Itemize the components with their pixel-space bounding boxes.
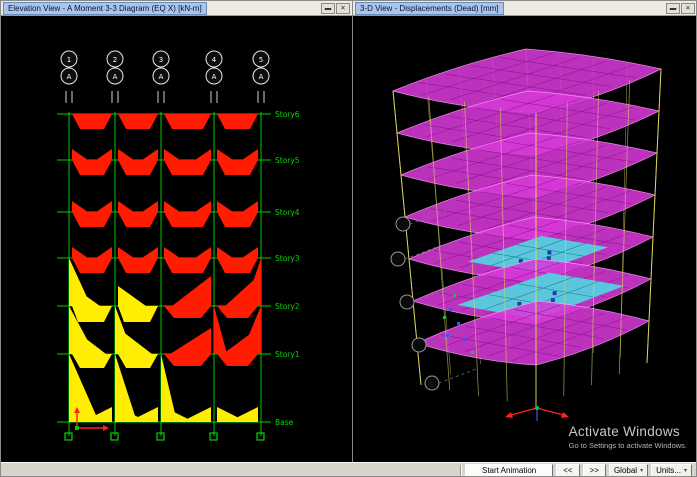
svg-text:3: 3 xyxy=(159,56,163,64)
svg-text:Story3: Story3 xyxy=(275,254,300,263)
units-dropdown[interactable]: Units... ▾ xyxy=(651,464,692,476)
floor-slabs xyxy=(391,48,663,366)
svg-text:A: A xyxy=(159,73,164,81)
view3d-svg xyxy=(390,48,663,421)
svg-text:4: 4 xyxy=(212,56,217,64)
coord-system-dropdown[interactable]: Global ▾ xyxy=(608,464,649,476)
elevation-title: Elevation View - A Moment 3-3 Diagram (E… xyxy=(3,1,207,15)
story-labels: Story6 Story5 Story4 Story3 Story2 Story1 Base xyxy=(275,110,300,427)
status-bar: Start Animation << >> Global ▾ Units... … xyxy=(1,462,696,476)
svg-text:2: 2 xyxy=(113,56,117,64)
svg-text:5: 5 xyxy=(259,56,263,64)
elevation-canvas[interactable]: 1 2 3 4 5 A A A A A Story6 Story5 Story4 Story3 Story2… xyxy=(1,16,352,462)
chevron-down-icon: ▾ xyxy=(683,468,687,474)
svg-text:Story2: Story2 xyxy=(275,302,300,311)
units-value: Units... xyxy=(656,466,681,475)
svg-text:A: A xyxy=(113,73,118,81)
step-forward-button[interactable]: >> xyxy=(582,464,606,476)
elevation-view-window: Elevation View - A Moment 3-3 Diagram (E… xyxy=(1,1,353,462)
moment-diagram xyxy=(69,114,261,422)
svg-text:A: A xyxy=(259,73,264,81)
svg-text:Story4: Story4 xyxy=(275,208,300,217)
elevation-svg: 1 2 3 4 5 A A A A A Story6 Story5 Story4 Story3 Story2… xyxy=(57,50,300,441)
minimize-icon[interactable]: ▬ xyxy=(666,2,680,14)
svg-text:Base: Base xyxy=(275,418,294,427)
support-symbols xyxy=(64,432,265,441)
minimize-icon[interactable]: ▬ xyxy=(321,2,335,14)
step-back-button[interactable]: << xyxy=(556,464,580,476)
chevron-down-icon: ▾ xyxy=(640,468,644,474)
svg-text:Story6: Story6 xyxy=(275,110,300,119)
view3d-title: 3-D View - Displacements (Dead) [mm] xyxy=(355,1,504,15)
elevation-titlebar[interactable]: Elevation View - A Moment 3-3 Diagram (E… xyxy=(1,1,352,16)
svg-text:Story5: Story5 xyxy=(275,156,300,165)
view-axes xyxy=(505,406,569,421)
view-panels: Elevation View - A Moment 3-3 Diagram (E… xyxy=(1,1,696,462)
view3d-canvas[interactable]: Activate Windows Go to Settings to activ… xyxy=(353,16,696,462)
svg-text:Story1: Story1 xyxy=(275,350,300,359)
view3d-window-buttons: ▬ ✕ xyxy=(665,2,695,14)
grid-bubbles: 1 2 3 4 5 A A A A A xyxy=(60,50,270,85)
svg-text:1: 1 xyxy=(67,56,71,64)
close-icon[interactable]: ✕ xyxy=(336,2,350,14)
svg-text:A: A xyxy=(212,73,217,81)
view3d-titlebar[interactable]: 3-D View - Displacements (Dead) [mm] ▬ ✕ xyxy=(353,1,696,16)
close-icon[interactable]: ✕ xyxy=(681,2,695,14)
coord-system-value: Global xyxy=(613,466,638,475)
start-animation-button[interactable]: Start Animation xyxy=(465,464,554,476)
elevation-window-buttons: ▬ ✕ xyxy=(320,2,350,14)
statusbar-separator xyxy=(460,464,462,476)
view3d-window: 3-D View - Displacements (Dead) [mm] ▬ ✕… xyxy=(353,1,696,462)
svg-text:A: A xyxy=(67,73,72,81)
etabs-app-window: Elevation View - A Moment 3-3 Diagram (E… xyxy=(0,0,697,477)
